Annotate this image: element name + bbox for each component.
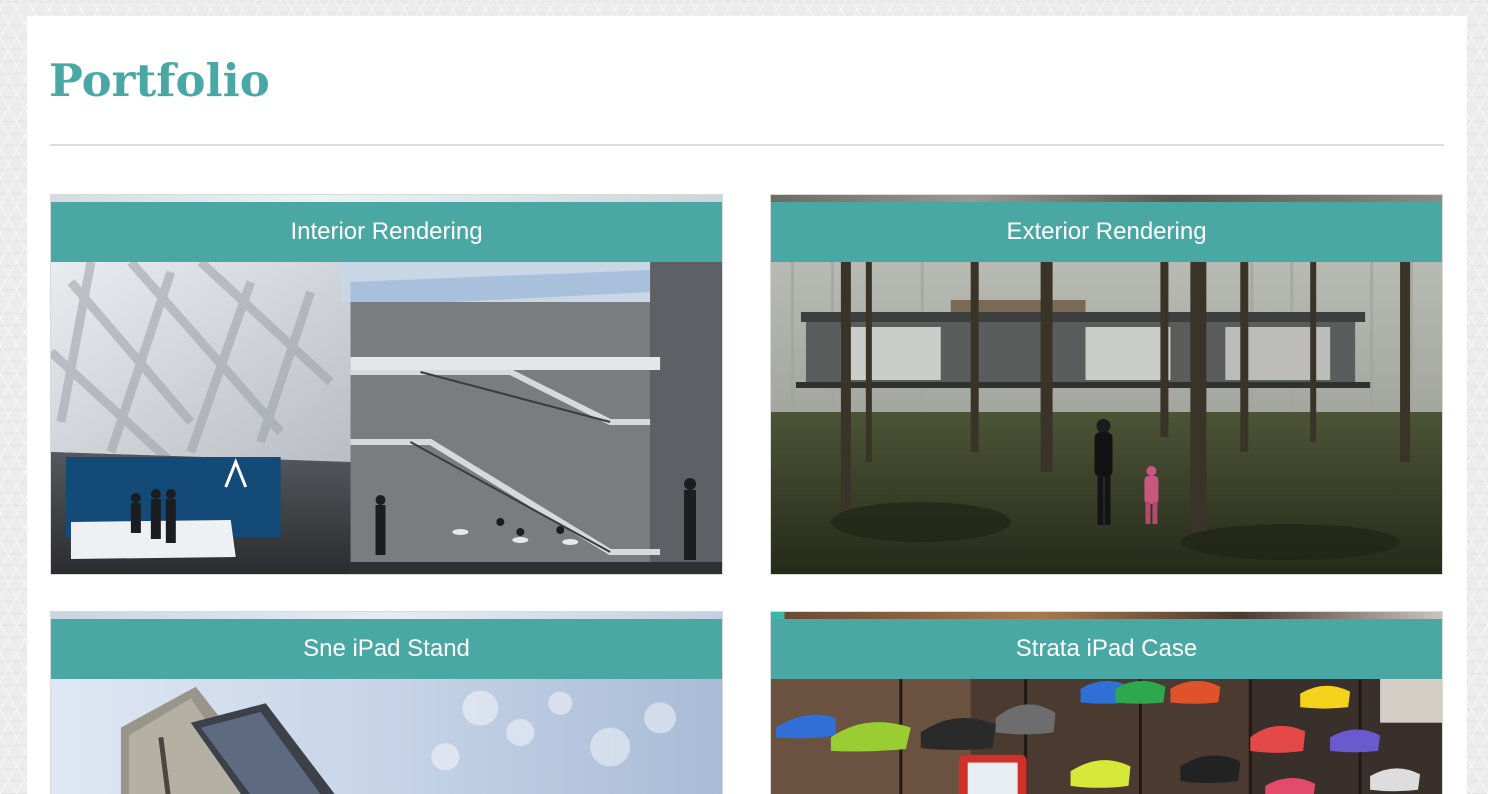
portfolio-card-interior-rendering[interactable]: Interior Rendering (50, 194, 723, 575)
card-title[interactable]: Strata iPad Case (771, 619, 1442, 679)
card-title[interactable]: Interior Rendering (51, 202, 722, 262)
title-divider (50, 144, 1444, 146)
card-title[interactable]: Exterior Rendering (771, 202, 1442, 262)
portfolio-card-strata-ipad-case[interactable]: Strata iPad Case (770, 611, 1443, 794)
card-title[interactable]: Sne iPad Stand (51, 619, 722, 679)
shoe-store-ipad-case-image[interactable] (771, 679, 1442, 794)
page-title: Portfolio (49, 54, 270, 107)
forest-house-exterior-rendering-image[interactable] (771, 262, 1442, 574)
portfolio-card-sne-ipad-stand[interactable]: Sne iPad Stand (50, 611, 723, 794)
portfolio-card-exterior-rendering[interactable]: Exterior Rendering (770, 194, 1443, 575)
ipad-stand-product-image[interactable] (51, 679, 722, 794)
atrium-interior-rendering-image[interactable] (51, 262, 722, 574)
portfolio-page: Portfolio Interior Rendering Exterior Re… (27, 16, 1467, 794)
